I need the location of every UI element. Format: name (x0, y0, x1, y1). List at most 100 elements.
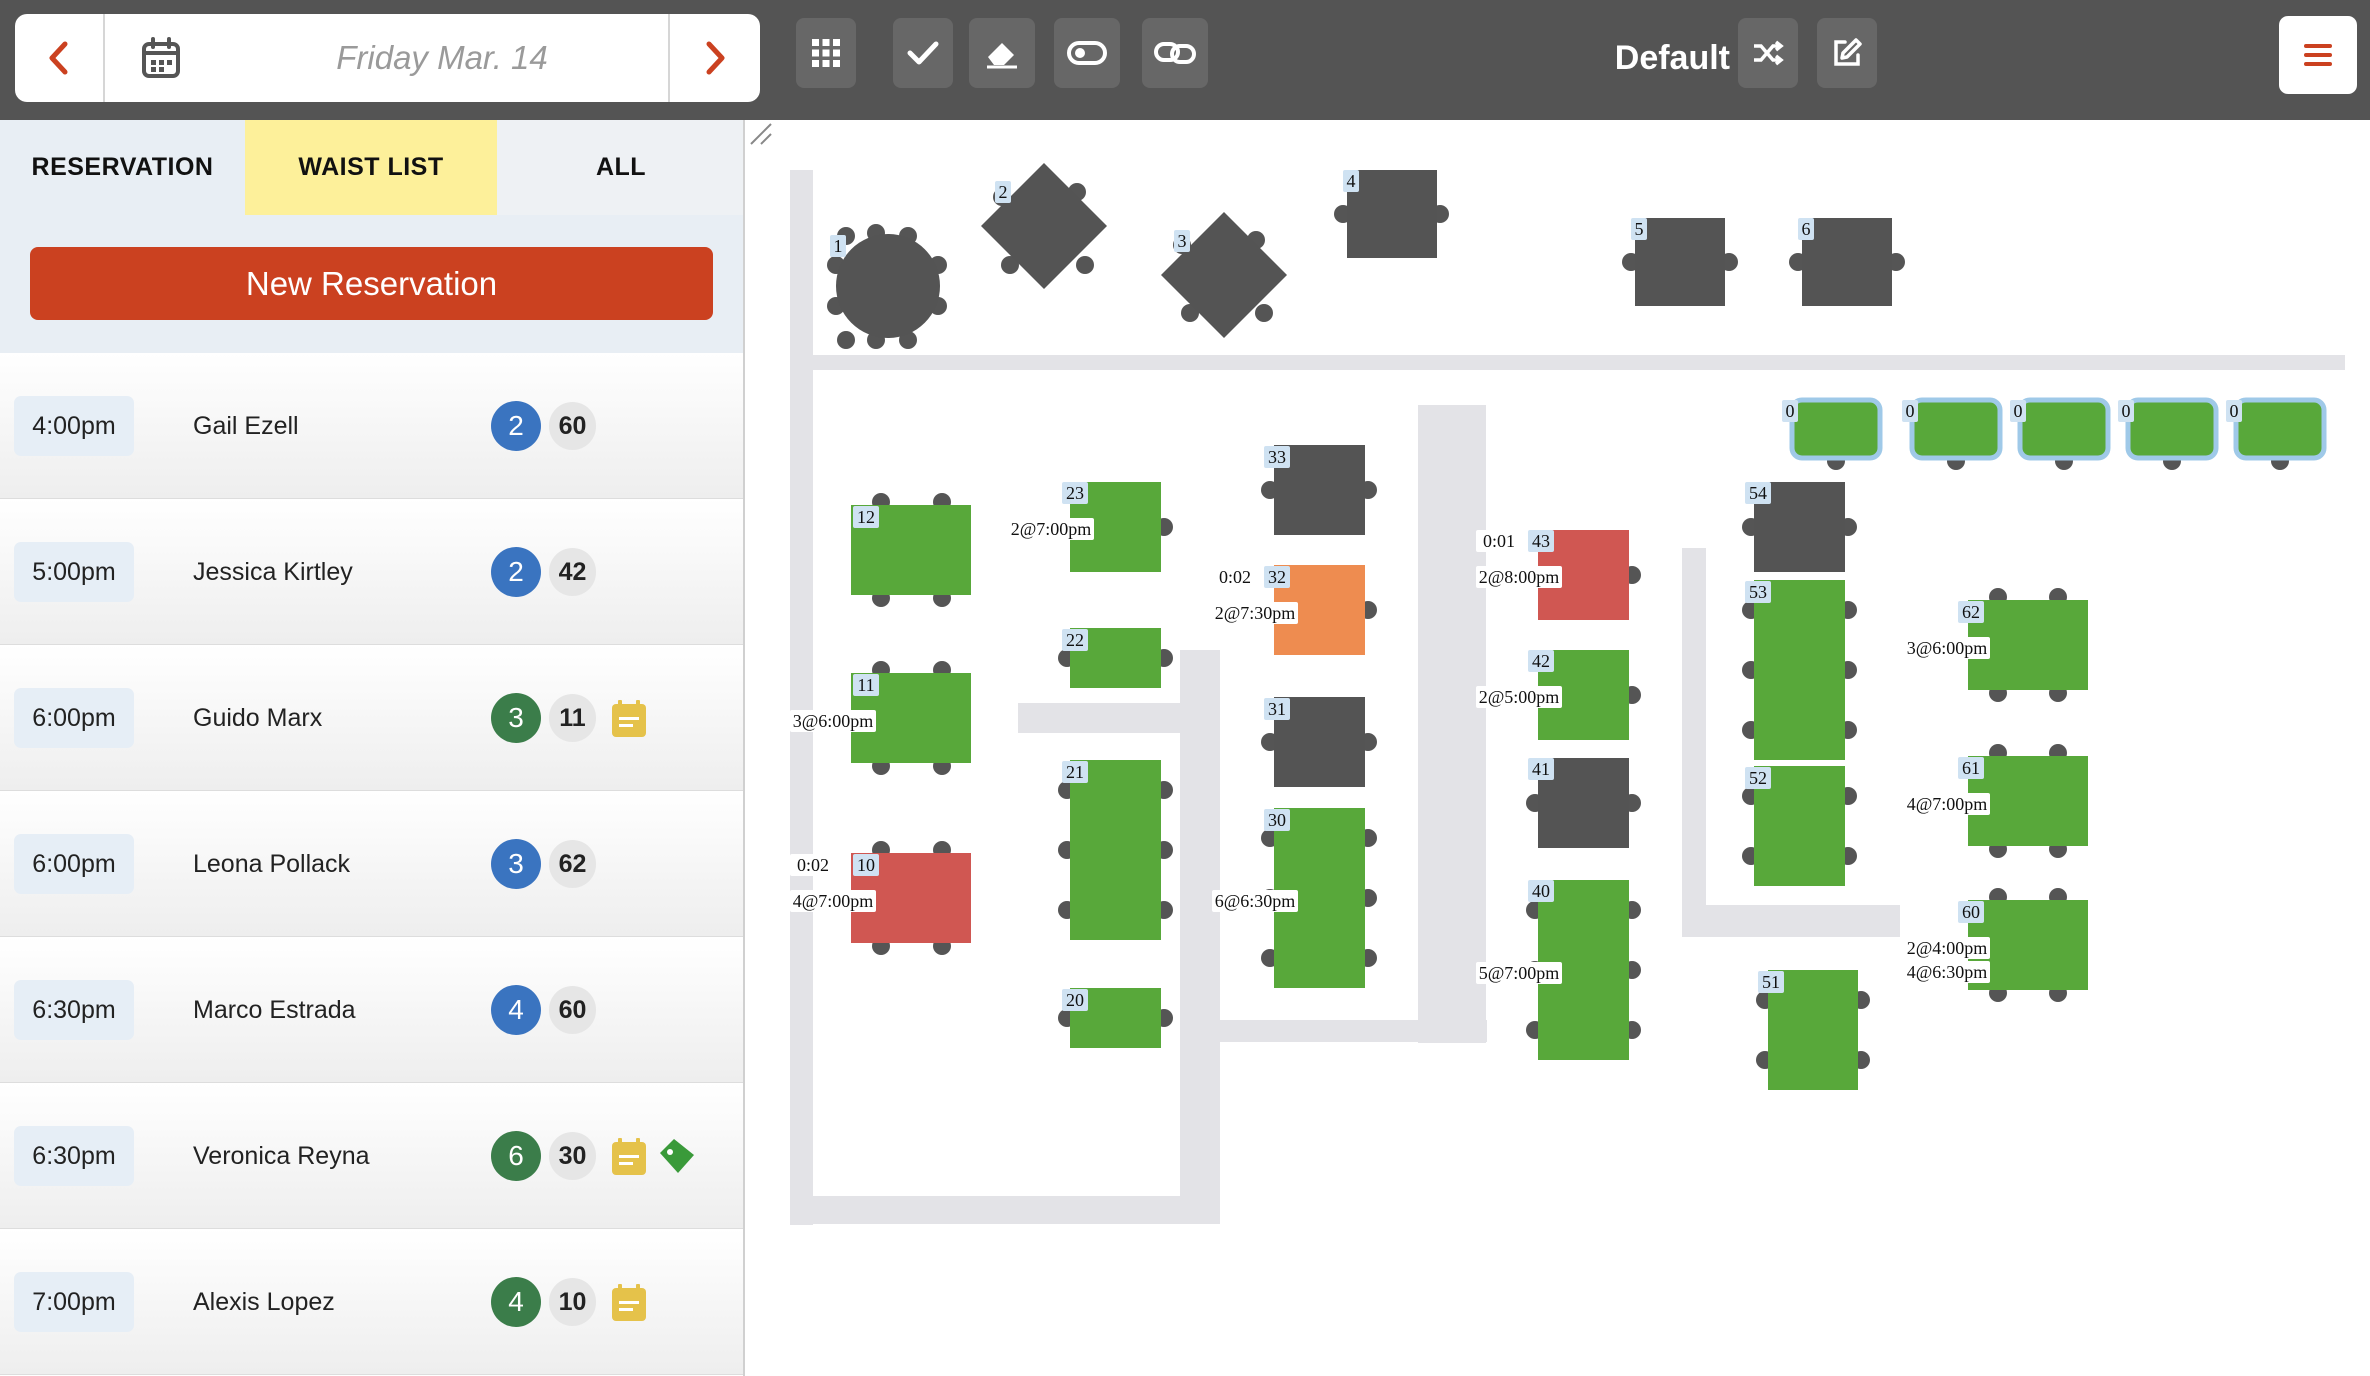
svg-text:6: 6 (1802, 219, 1811, 239)
link-button[interactable] (1142, 18, 1208, 88)
table-61[interactable]: 61 4@7:00pm (1904, 744, 2088, 858)
table-22[interactable]: 22 (1058, 628, 1173, 688)
table-reservation-label: 4@7:00pm (790, 890, 876, 912)
table-10[interactable]: 10 0:02 4@7:00pm (790, 841, 971, 955)
guest-name: Marco Estrada (193, 996, 356, 1024)
calendar-button[interactable] (105, 14, 217, 102)
reservation-time: 6:30pm (14, 980, 134, 1040)
menu-button[interactable] (2279, 16, 2357, 94)
table-number-label: 30 (1264, 809, 1290, 831)
grid-button[interactable] (796, 18, 856, 88)
table-23[interactable]: 23 2@7:00pm (1008, 482, 1173, 572)
table-number-label: 3 (1174, 230, 1190, 252)
table-32[interactable]: 32 0:02 2@7:30pm (1212, 565, 1377, 655)
table-53[interactable]: 53 (1742, 580, 1857, 760)
table-62[interactable]: 62 3@6:00pm (1904, 588, 2088, 702)
table-reservation-label: 2@7:30pm (1212, 602, 1298, 624)
svg-text:2@8:00pm: 2@8:00pm (1479, 567, 1560, 587)
note-icon[interactable] (611, 1284, 647, 1322)
chair (1255, 304, 1273, 322)
tab-all[interactable]: ALL (497, 120, 743, 215)
guest-name: Gail Ezell (193, 412, 299, 440)
note-icon[interactable] (611, 1138, 647, 1176)
toggle-button[interactable] (1054, 18, 1120, 88)
shuffle-button[interactable] (1738, 18, 1798, 88)
table-reservation-label: 2@5:00pm (1476, 686, 1562, 708)
table-54[interactable]: 54 (1742, 482, 1857, 572)
reservation-row[interactable]: 6:00pm Leona Pollack 3 62 (0, 791, 743, 937)
table-number-label: 32 (1264, 566, 1290, 588)
table-51[interactable]: 51 (1756, 970, 1870, 1090)
resize-handle-icon[interactable] (747, 120, 773, 146)
table-number-label: 41 (1528, 758, 1554, 780)
table-0[interactable]: 0 (2118, 397, 2219, 470)
reservation-row[interactable]: 5:00pm Jessica Kirtley 2 42 (0, 499, 743, 645)
table-3[interactable]: 3 (1161, 212, 1287, 338)
table-60[interactable]: 60 2@4:00pm 4@6:30pm (1904, 888, 2088, 1002)
table-top (2233, 397, 2327, 461)
table-40[interactable]: 40 5@7:00pm (1476, 880, 1641, 1060)
check-button[interactable] (893, 18, 953, 88)
party-size-badge: 2 (491, 401, 541, 451)
prev-day-button[interactable] (15, 14, 103, 102)
table-number-badge: 60 (549, 986, 596, 1034)
note-icon[interactable] (611, 700, 647, 738)
table-2[interactable]: 2 (981, 163, 1107, 289)
reservation-sidebar: RESERVATION WAIST LIST ALL New Reservati… (0, 120, 745, 1376)
table-0[interactable]: 0 (2226, 397, 2327, 470)
table-1[interactable]: 1 (827, 224, 947, 349)
svg-text:51: 51 (1762, 972, 1780, 992)
table-reservation-label: 4@7:00pm (1904, 793, 1990, 815)
tab-reservation[interactable]: RESERVATION (0, 120, 245, 215)
layout-name[interactable]: Default (1570, 30, 1730, 86)
table-number-label: 40 (1528, 880, 1554, 902)
tag-icon[interactable] (656, 1135, 698, 1177)
svg-text:4@6:30pm: 4@6:30pm (1907, 962, 1988, 982)
table-number-label: 10 (853, 854, 879, 876)
reservation-row[interactable]: 6:30pm Veronica Reyna 6 30 (0, 1083, 743, 1229)
reservation-row[interactable]: 7:00pm Alexis Lopez 4 10 (0, 1229, 743, 1375)
party-size-badge: 4 (491, 985, 541, 1035)
svg-text:33: 33 (1268, 447, 1286, 467)
table-30[interactable]: 30 6@6:30pm (1212, 808, 1377, 988)
table-33[interactable]: 33 (1261, 445, 1377, 535)
edit-layout-button[interactable] (1817, 18, 1877, 88)
table-43[interactable]: 43 0:01 2@8:00pm (1476, 530, 1641, 620)
guest-name: Leona Pollack (193, 850, 351, 878)
table-timer: 0:02 (1212, 566, 1258, 588)
svg-text:0:02: 0:02 (1219, 567, 1251, 587)
guest-name: Veronica Reyna (193, 1142, 370, 1170)
reservation-row[interactable]: 6:30pm Marco Estrada 4 60 (0, 937, 743, 1083)
next-day-button[interactable] (670, 14, 760, 102)
svg-text:4: 4 (1347, 171, 1356, 191)
chevron-left-icon (49, 41, 68, 75)
table-12[interactable]: 12 (851, 493, 971, 607)
eraser-button[interactable] (969, 18, 1035, 88)
svg-text:2@7:00pm: 2@7:00pm (1011, 519, 1092, 539)
table-42[interactable]: 42 2@5:00pm (1476, 650, 1641, 740)
table-number-label: 43 (1528, 530, 1554, 552)
reservation-row[interactable]: 6:00pm Guido Marx 3 11 (0, 645, 743, 791)
current-date[interactable]: Friday Mar. 14 (217, 14, 667, 102)
table-0[interactable]: 0 (1782, 397, 1883, 470)
table-31[interactable]: 31 (1261, 697, 1377, 787)
table-5[interactable]: 5 (1622, 218, 1738, 306)
table-52[interactable]: 52 (1742, 766, 1857, 886)
svg-text:2: 2 (999, 182, 1008, 202)
party-size-badge: 3 (491, 693, 541, 743)
wall (790, 170, 813, 1225)
new-reservation-button[interactable]: New Reservation (30, 247, 713, 320)
tab-waitlist[interactable]: WAIST LIST (245, 120, 497, 215)
table-6[interactable]: 6 (1789, 218, 1905, 306)
reservation-row[interactable]: 4:00pm Gail Ezell 2 60 (0, 353, 743, 499)
table-11[interactable]: 11 3@6:00pm (790, 661, 971, 775)
table-41[interactable]: 41 (1526, 758, 1641, 848)
table-4[interactable]: 4 (1334, 170, 1449, 258)
table-0[interactable]: 0 (1902, 397, 2003, 470)
table-0[interactable]: 0 (2010, 397, 2111, 470)
svg-text:54: 54 (1749, 483, 1767, 503)
menu-icon (2304, 44, 2332, 66)
table-21[interactable]: 21 (1058, 760, 1173, 940)
table-20[interactable]: 20 (1058, 988, 1173, 1048)
table-number-label: 42 (1528, 650, 1554, 672)
